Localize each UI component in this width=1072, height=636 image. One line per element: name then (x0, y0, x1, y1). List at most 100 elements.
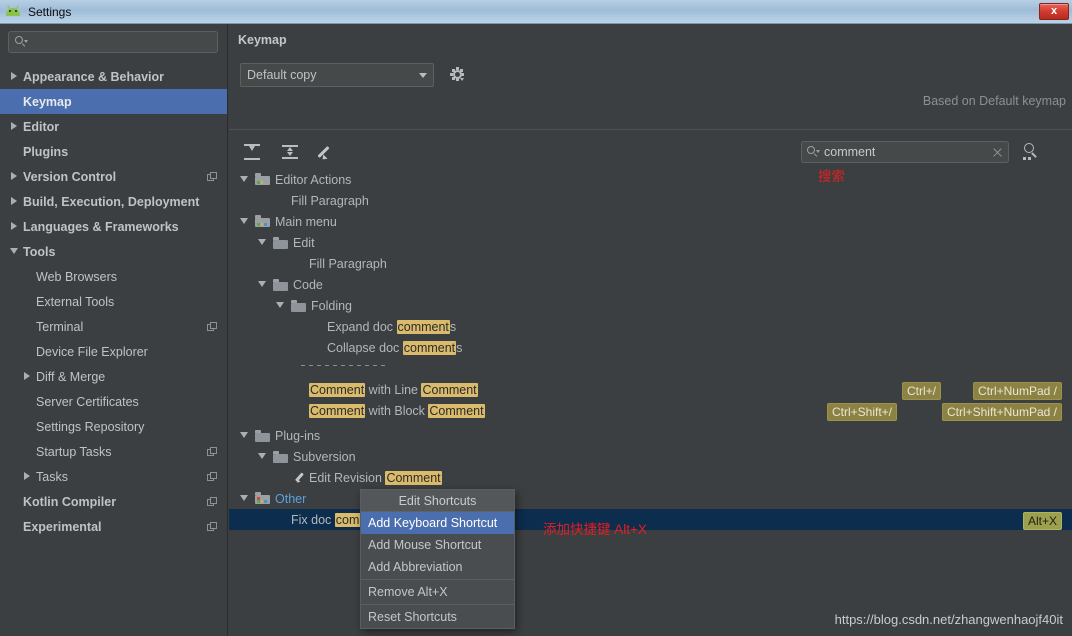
sidebar-item-kotlin-compiler[interactable]: Kotlin Compiler (0, 489, 227, 514)
tree-row-fill-paragraph[interactable]: Fill Paragraph (229, 190, 1072, 211)
project-scope-icon (207, 497, 217, 507)
find-by-shortcut-icon[interactable] (1021, 142, 1041, 162)
context-menu-separator (361, 579, 514, 580)
chevron-down-icon[interactable] (258, 238, 267, 247)
tree-row-editor-actions[interactable]: Editor Actions (229, 169, 1072, 190)
chevron-down-icon[interactable] (240, 431, 249, 440)
close-button[interactable]: x (1039, 3, 1069, 20)
context-menu-item-add-mouse-shortcut[interactable]: Add Mouse Shortcut (361, 534, 514, 556)
sidebar-item-device-file-explorer[interactable]: Device File Explorer (0, 339, 227, 364)
tree-row-code[interactable]: Code (229, 274, 1072, 295)
sidebar-item-label: Version Control (23, 169, 117, 184)
expand-all-icon[interactable] (240, 139, 266, 165)
tree-row-edit-revision-comment[interactable]: Edit Revision Comment (229, 467, 1072, 488)
sidebar-item-terminal[interactable]: Terminal (0, 314, 227, 339)
label-prefix: Edit Revision (309, 470, 386, 485)
tree-row-label: Expand doc comments (327, 319, 456, 334)
chevron-right-icon[interactable] (10, 197, 19, 206)
sidebar-item-appearance-behavior[interactable]: Appearance & Behavior (0, 64, 227, 89)
shortcut-badge: Alt+X (1022, 512, 1062, 530)
collapse-all-icon[interactable] (278, 139, 304, 165)
sidebar-item-keymap[interactable]: Keymap (0, 89, 227, 114)
sidebar-item-startup-tasks[interactable]: Startup Tasks (0, 439, 227, 464)
search-match: comment (402, 340, 457, 355)
sidebar-item-label: Startup Tasks (36, 444, 112, 459)
chevron-down-icon[interactable] (240, 175, 249, 184)
tree-row-fill-paragraph-2[interactable]: Fill Paragraph (229, 253, 1072, 274)
chevron-right-icon[interactable] (23, 472, 32, 481)
shortcut-badge: Ctrl+Shift+NumPad / (941, 403, 1062, 421)
keymap-select[interactable]: Default copy (240, 63, 434, 87)
project-scope-icon (207, 472, 217, 482)
page-title: Keymap (238, 33, 287, 47)
chevron-down-icon[interactable] (240, 494, 249, 503)
context-menu-header: Edit Shortcuts (361, 490, 514, 512)
sidebar-item-label: Languages & Frameworks (23, 219, 179, 234)
clear-icon[interactable] (992, 147, 1003, 158)
sidebar-item-experimental[interactable]: Experimental (0, 514, 227, 539)
context-menu-items: Add Keyboard Shortcut Add Mouse Shortcut A… (361, 512, 514, 628)
sidebar-item-languages-frameworks[interactable]: Languages & Frameworks (0, 214, 227, 239)
search-match: comment (396, 319, 450, 334)
sidebar-item-tools[interactable]: Tools (0, 239, 227, 264)
tree-row-plugins[interactable]: Plug-ins (229, 425, 1072, 446)
chevron-right-icon[interactable] (10, 122, 19, 131)
tree-row-subversion[interactable]: Subversion (229, 446, 1072, 467)
tree-row-other[interactable]: Other (229, 488, 1072, 509)
sidebar-item-tasks[interactable]: Tasks (0, 464, 227, 489)
tree-row-fix-doc-comment[interactable]: Fix doc comment Alt+X (229, 509, 1072, 530)
sidebar-item-label: External Tools (36, 294, 115, 309)
keymap-search-input[interactable]: comment (801, 141, 1009, 163)
tree-row-collapse-doc-comments[interactable]: Collapse doc comments (229, 337, 1072, 358)
sidebar-item-settings-repository[interactable]: Settings Repository (0, 414, 227, 439)
sidebar-item-label: Appearance & Behavior (23, 69, 165, 84)
context-menu-item-reset-shortcuts[interactable]: Reset Shortcuts (361, 606, 514, 628)
sidebar-item-label: Tools (23, 244, 56, 259)
gear-icon[interactable] (449, 66, 466, 83)
chevron-down-icon[interactable] (258, 280, 267, 289)
chevron-down-icon[interactable] (10, 247, 19, 256)
edit-shortcut-icon[interactable] (316, 139, 342, 165)
search-match: Comment (309, 403, 366, 418)
tree-row-main-menu[interactable]: Main menu (229, 211, 1072, 232)
tree-row-expand-doc-comments[interactable]: Expand doc comments (229, 316, 1072, 337)
folder-icon (291, 300, 306, 312)
sidebar-item-server-certificates[interactable]: Server Certificates (0, 389, 227, 414)
project-scope-icon (207, 322, 217, 332)
search-match: Comment (309, 382, 366, 397)
tree-row-label: Fill Paragraph (309, 256, 387, 271)
folder-icon (255, 492, 270, 504)
tree-row-comment-with-line-comment[interactable]: Comment with Line Comment Ctrl+/ Ctrl+Nu… (229, 379, 1072, 400)
shortcut-context-menu: Edit Shortcuts Add Keyboard Shortcut Add … (360, 489, 515, 629)
search-match: Comment (428, 403, 485, 418)
sidebar-item-version-control[interactable]: Version Control (0, 164, 227, 189)
sidebar-item-label: Editor (23, 119, 60, 134)
chevron-down-icon[interactable] (240, 217, 249, 226)
chevron-right-icon[interactable] (10, 72, 19, 81)
sidebar-item-plugins[interactable]: Plugins (0, 139, 227, 164)
chevron-right-icon[interactable] (23, 372, 32, 381)
sidebar-item-editor[interactable]: Editor (0, 114, 227, 139)
sidebar-search-input[interactable] (8, 31, 218, 53)
context-menu-item-add-abbreviation[interactable]: Add Abbreviation (361, 556, 514, 578)
keymap-search-value: comment (824, 145, 876, 159)
label-mid: with Line (365, 382, 422, 397)
chevron-down-icon[interactable] (258, 452, 267, 461)
tree-row-edit[interactable]: Edit (229, 232, 1072, 253)
sidebar-item-external-tools[interactable]: External Tools (0, 289, 227, 314)
chevron-right-icon[interactable] (10, 172, 19, 181)
tree-row-label: Edit (293, 235, 315, 250)
context-menu-item-remove-alt-x[interactable]: Remove Alt+X (361, 581, 514, 603)
tree-row-folding[interactable]: Folding (229, 295, 1072, 316)
sidebar-item-web-browsers[interactable]: Web Browsers (0, 264, 227, 289)
sidebar-item-diff-merge[interactable]: Diff & Merge (0, 364, 227, 389)
label-mid: with Block (365, 403, 429, 418)
tree-row-comment-with-block-comment[interactable]: Comment with Block Comment Ctrl+Shift+/ … (229, 400, 1072, 421)
sidebar-item-label: Diff & Merge (36, 369, 106, 384)
chevron-right-icon[interactable] (10, 222, 19, 231)
tree-row-label: Main menu (275, 214, 337, 229)
sidebar-item-build-execution-deployment[interactable]: Build, Execution, Deployment (0, 189, 227, 214)
shortcut-badge: Ctrl+Shift+/ (826, 403, 897, 421)
context-menu-item-add-keyboard-shortcut[interactable]: Add Keyboard Shortcut (361, 512, 514, 534)
chevron-down-icon[interactable] (276, 301, 285, 310)
